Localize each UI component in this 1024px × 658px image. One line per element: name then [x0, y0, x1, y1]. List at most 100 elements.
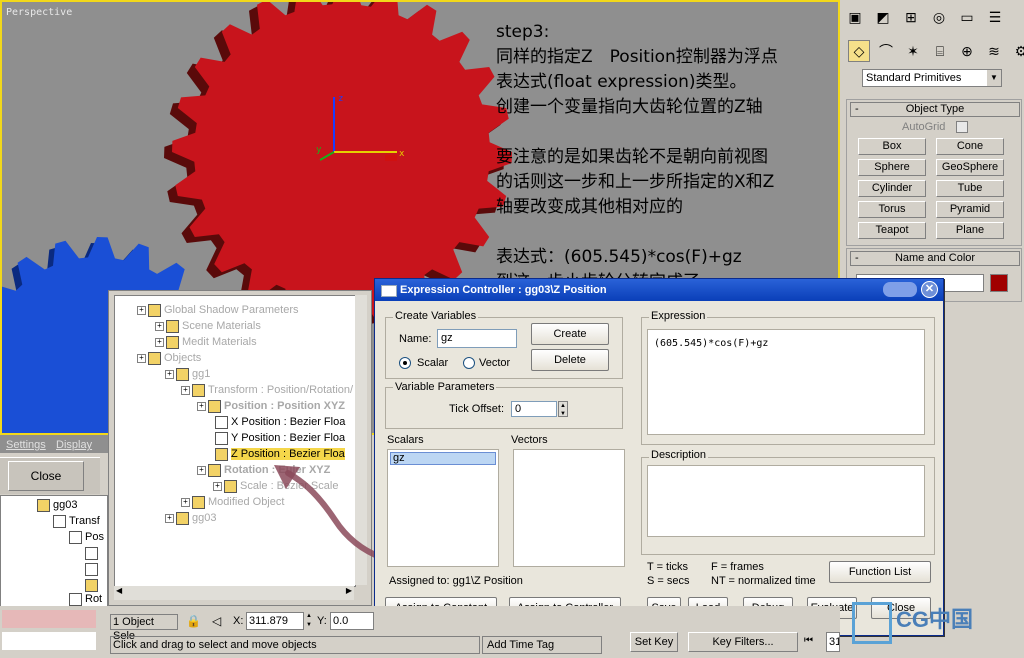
- primitive-button-pyramid[interactable]: Pyramid: [936, 201, 1004, 218]
- vectors-label: Vectors: [511, 434, 548, 446]
- absolute-mode-icon[interactable]: ◁: [212, 614, 221, 628]
- close-button[interactable]: Close: [8, 461, 84, 491]
- display-tab[interactable]: Display: [56, 439, 92, 451]
- scroll-left-icon[interactable]: ◀: [116, 586, 122, 595]
- create-button[interactable]: Create: [531, 323, 609, 345]
- tree-row[interactable]: Y Position : Bezier Floa: [215, 430, 345, 446]
- tree-item-transform[interactable]: Transf: [69, 515, 100, 527]
- create-tab-icon[interactable]: ▣: [844, 6, 866, 28]
- tick-offset-spinner[interactable]: ▲ ▼: [558, 401, 568, 417]
- tree-row[interactable]: + Objects: [137, 350, 201, 366]
- dialog-titlebar[interactable]: Expression Controller : gg03\Z Position …: [375, 279, 943, 301]
- scalar-radio[interactable]: [399, 357, 411, 369]
- tree-row[interactable]: X Position : Bezier Floa: [215, 414, 345, 430]
- primitive-button-sphere[interactable]: Sphere: [858, 159, 926, 176]
- tree-row-label: X Position : Bezier Floa: [231, 416, 346, 428]
- expand-icon[interactable]: +: [165, 513, 174, 523]
- tree-node-icon: [148, 303, 161, 317]
- close-icon[interactable]: ✕: [921, 281, 938, 298]
- primitive-button-box[interactable]: Box: [858, 138, 926, 155]
- category-dropdown[interactable]: Standard Primitives ▼: [862, 69, 1002, 87]
- tree-item-position[interactable]: Pos: [85, 531, 104, 543]
- close-toolbar: Close: [0, 457, 100, 494]
- primitive-button-tube[interactable]: Tube: [936, 180, 1004, 197]
- note-line: 表达式：(605.545)*cos(F)+gz: [496, 247, 742, 267]
- vectors-list[interactable]: [513, 449, 625, 567]
- tree-item-rotation[interactable]: Rot: [85, 593, 102, 605]
- modify-tab-icon[interactable]: ◩: [872, 6, 894, 28]
- expand-icon[interactable]: +: [137, 353, 146, 363]
- scalar-item-gz[interactable]: gz: [390, 452, 496, 465]
- description-textarea[interactable]: [647, 465, 925, 537]
- tree-row-label: gg03: [192, 512, 217, 524]
- lock-icon[interactable]: 🔒: [186, 614, 201, 628]
- delete-button[interactable]: Delete: [531, 349, 609, 371]
- object-type-header[interactable]: - Object Type: [850, 102, 1020, 117]
- geometry-icon[interactable]: ◇: [848, 40, 870, 62]
- tree-node-icon: [148, 351, 161, 365]
- tree-node-icon: [176, 367, 189, 381]
- maxscript-listener-pink[interactable]: [2, 610, 96, 628]
- tick-offset-input[interactable]: 0: [511, 401, 557, 417]
- expand-icon[interactable]: +: [165, 369, 174, 379]
- helpers-icon[interactable]: ⊕: [956, 40, 978, 62]
- shapes-icon[interactable]: ⌒: [875, 40, 897, 62]
- tree-row[interactable]: + Position : Position XYZ: [197, 398, 345, 414]
- x-coord-label: X:: [233, 615, 244, 627]
- expand-icon[interactable]: +: [213, 481, 222, 491]
- variable-name-input[interactable]: gz: [437, 329, 517, 348]
- frame-input[interactable]: 31: [826, 632, 840, 652]
- utilities-tab-icon[interactable]: ☰: [984, 6, 1006, 28]
- name-color-header[interactable]: - Name and Color: [850, 251, 1020, 266]
- primitive-button-plane[interactable]: Plane: [936, 222, 1004, 239]
- tree-row[interactable]: + Transform : Position/Rotation/: [181, 382, 353, 398]
- help-button[interactable]: [883, 282, 917, 297]
- x-coord-spinner[interactable]: ▲ ▼: [304, 612, 314, 630]
- display-tab-icon[interactable]: ▭: [956, 6, 978, 28]
- tree-row[interactable]: + gg1: [165, 366, 210, 382]
- function-list-button[interactable]: Function List: [829, 561, 931, 583]
- hierarchy-tab-icon[interactable]: ⊞: [900, 6, 922, 28]
- expand-icon[interactable]: +: [137, 305, 146, 315]
- primitive-button-cylinder[interactable]: Cylinder: [858, 180, 926, 197]
- expand-icon[interactable]: +: [197, 465, 206, 475]
- key-filters-button[interactable]: Key Filters...: [688, 632, 798, 652]
- autogrid-checkbox[interactable]: [956, 121, 968, 133]
- tree-item-gg03[interactable]: gg03: [53, 499, 77, 511]
- set-key-button[interactable]: Set Key: [630, 632, 678, 652]
- spacewarps-icon[interactable]: ≋: [983, 40, 1005, 62]
- tree-row[interactable]: + gg03: [165, 510, 216, 526]
- object-color-swatch[interactable]: [990, 274, 1008, 292]
- vector-radio[interactable]: [463, 357, 475, 369]
- legend-ticks: T = ticks: [647, 561, 689, 573]
- lights-icon[interactable]: ✶: [902, 40, 924, 62]
- expand-icon[interactable]: +: [155, 337, 164, 347]
- expand-icon[interactable]: +: [155, 321, 164, 331]
- primitive-button-teapot[interactable]: Teapot: [858, 222, 926, 239]
- primitive-button-geosphere[interactable]: GeoSphere: [936, 159, 1004, 176]
- tree-row-label: Objects: [164, 352, 202, 364]
- settings-tab[interactable]: Settings: [6, 439, 46, 451]
- tree-row[interactable]: + Global Shadow Parameters: [137, 302, 299, 318]
- expand-icon[interactable]: +: [197, 401, 206, 411]
- primitive-button-cone[interactable]: Cone: [936, 138, 1004, 155]
- y-coord-label: Y:: [317, 615, 327, 627]
- tree-row[interactable]: + Scene Materials: [155, 318, 261, 334]
- expression-controller-dialog: Expression Controller : gg03\Z Position …: [374, 278, 944, 636]
- create-subtabs: ◇ ⌒ ✶ ⌸ ⊕ ≋ ⚙: [848, 40, 1024, 62]
- y-coord-input[interactable]: 0.0: [330, 612, 374, 630]
- maxscript-listener-white[interactable]: [2, 632, 96, 650]
- object-icon: [37, 498, 50, 512]
- goto-start-icon[interactable]: ⏮: [804, 635, 813, 646]
- expression-textarea[interactable]: (605.545)*cos(F)+gz: [647, 329, 925, 435]
- expand-icon[interactable]: +: [181, 497, 190, 507]
- primitive-button-torus[interactable]: Torus: [858, 201, 926, 218]
- cameras-icon[interactable]: ⌸: [929, 40, 951, 62]
- tree-row[interactable]: + Medit Materials: [155, 334, 257, 350]
- x-coord-input[interactable]: 311.879: [246, 612, 304, 630]
- add-time-tag-button[interactable]: Add Time Tag: [482, 636, 602, 654]
- motion-tab-icon[interactable]: ◎: [928, 6, 950, 28]
- scalars-list[interactable]: gz: [387, 449, 499, 567]
- systems-icon[interactable]: ⚙: [1010, 40, 1024, 62]
- expand-icon[interactable]: +: [181, 385, 190, 395]
